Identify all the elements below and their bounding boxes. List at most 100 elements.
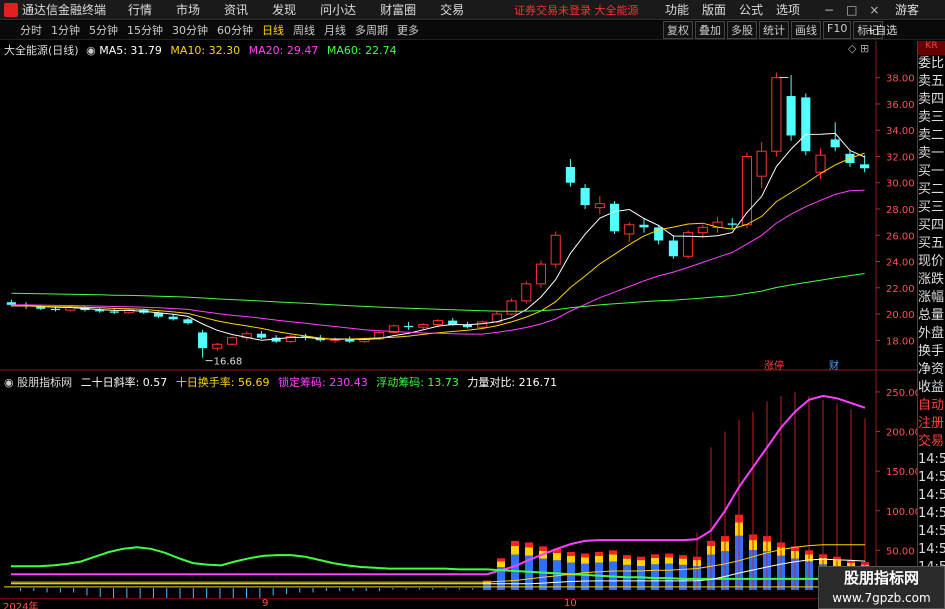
date-label-9: 9	[262, 598, 269, 609]
quote-item: 总量	[918, 308, 945, 323]
volume-bar-yellow	[567, 555, 575, 563]
quote-item: 注册	[918, 416, 945, 431]
low-price-label: 16.68	[214, 357, 243, 368]
quote-item: 买一	[918, 164, 945, 179]
candle-body-down	[168, 316, 178, 320]
quote-item: 净资	[918, 362, 945, 377]
main-pane-title: 大全能源(日线) ◉ MA5: 31.79 MA10: 32.30 MA20: …	[4, 42, 397, 58]
quote-item: 14:56	[918, 470, 945, 485]
candle-body-down	[50, 308, 61, 311]
volume-bar-red	[511, 540, 519, 546]
volume-bar-yellow	[651, 557, 659, 565]
quote-item: 买四	[918, 218, 945, 233]
candle-body-up	[771, 77, 782, 152]
volume-bar-yellow	[637, 560, 645, 567]
candle-body-down	[448, 320, 458, 325]
price-tick-label: 22.00	[886, 284, 915, 295]
quote-item: 14:56	[918, 488, 945, 503]
date-label-10: 10	[564, 598, 577, 609]
quote-item: 卖一	[918, 146, 945, 161]
price-tick-label: 28.00	[886, 205, 915, 216]
volume-bar-red	[679, 555, 687, 559]
pane-control-icons[interactable]: ◇ ⊞	[848, 42, 869, 55]
price-tick-label: 34.00	[886, 126, 915, 137]
quote-item: 卖五	[918, 74, 945, 89]
quote-item: 卖四	[918, 92, 945, 107]
quote-item: 涨跌	[918, 272, 945, 287]
price-tick-label: 24.00	[886, 258, 915, 269]
volume-bar-blue	[567, 562, 575, 590]
volume-bar-red	[637, 556, 645, 561]
volume-bar-blue	[665, 563, 673, 590]
volume-bar-red	[623, 555, 631, 559]
quote-item: 买二	[918, 182, 945, 197]
volume-bar-yellow	[623, 558, 631, 565]
volume-bar-blue	[511, 554, 519, 590]
candle-body-down	[404, 325, 414, 328]
candle-body-up	[226, 337, 238, 345]
ma-settings-icon[interactable]: ◉	[86, 44, 96, 57]
quote-item: 现价	[918, 254, 945, 269]
stock-title: 大全能源(日线)	[4, 44, 79, 57]
ma-line-ma60	[11, 273, 865, 312]
candle-body-up	[697, 226, 708, 234]
quote-item: 14:56	[918, 506, 945, 521]
quote-item: 涨幅	[918, 290, 945, 305]
watermark-url: www.7gpzb.com	[832, 591, 931, 605]
quote-item: 买五	[918, 236, 945, 251]
price-tick-label: 32.00	[886, 152, 915, 163]
ma5-label: MA5: 31.79	[99, 44, 162, 57]
force-label: 力量对比: 216.71	[467, 376, 558, 389]
quote-item: 卖二	[918, 128, 945, 143]
candle-body-down	[565, 166, 575, 183]
candle-body-up	[521, 283, 532, 302]
candle-body-up	[212, 343, 223, 349]
candle-body-down	[580, 187, 590, 206]
quote-panel: KR 委比 卖五 卖四 卖三 卖二 卖一 买一 买二 买三 买四 买五 现价 涨跌 涨幅 总量 外盘 换手 净资收…	[917, 41, 945, 609]
kline-chart[interactable]: 16.68 涨停 财 18.00 20.00 22.00 24.00 26.00 28.00 3…	[0, 0, 917, 609]
volume-bar-yellow	[497, 561, 505, 568]
candle-body-down	[830, 139, 840, 148]
candle-body-up	[756, 150, 767, 177]
quote-item: 14:56	[918, 524, 945, 539]
date-label-2024: 2024年	[3, 602, 39, 609]
sub-settings-icon[interactable]: ◉	[4, 376, 14, 389]
volume-bar-blue	[581, 563, 589, 590]
watermark-title: 股朋指标网	[843, 569, 919, 587]
volume-bar-yellow	[525, 547, 533, 556]
indicator-tick-label: 150.00	[886, 467, 917, 478]
quote-item: 外盘	[918, 326, 945, 341]
date-axis: 2024年 9 10	[0, 598, 917, 609]
candle-body-down	[256, 333, 267, 338]
price-tick-label: 38.00	[886, 74, 915, 85]
candle-body-up	[535, 263, 547, 285]
indicator-tick-label: 100.00	[886, 507, 917, 518]
candle-body-up	[550, 234, 561, 265]
volume-bar-yellow	[581, 557, 589, 564]
lock-chips-label: 锁定筹码: 230.43	[278, 376, 368, 389]
candle-body-down	[639, 224, 649, 228]
indicator-tick-label: 250.00	[886, 388, 917, 399]
quote-item: 14:56	[918, 542, 945, 557]
sub-pane-title: ◉ 股朋指标网 二十日斜率: 0.57 十日换手率: 56.69 锁定筹码: 2…	[4, 374, 557, 390]
price-tick-label: 26.00	[886, 231, 915, 242]
candle-body-down	[183, 319, 193, 324]
indicator-name: 股朋指标网	[17, 376, 73, 389]
volume-bar-red	[497, 558, 505, 562]
quote-panel-code: KR	[918, 41, 945, 55]
volume-bar-yellow	[679, 558, 687, 565]
candle-body-up	[741, 155, 753, 226]
quote-item: 买三	[918, 200, 945, 215]
volume-bar-blue	[679, 564, 687, 590]
candle-body-down	[786, 96, 796, 136]
price-tick-label: 30.00	[886, 179, 915, 190]
volume-bar-red	[539, 546, 547, 551]
price-tick-label: 18.00	[886, 336, 915, 347]
volume-bar-red	[483, 580, 491, 582]
candle-body-down	[860, 164, 870, 169]
quote-item: 委比	[918, 56, 945, 71]
candle-body-up	[418, 324, 429, 328]
price-tick-label: 20.00	[886, 310, 915, 321]
candle-body-up	[624, 224, 635, 235]
quote-item: 自动	[918, 398, 945, 413]
